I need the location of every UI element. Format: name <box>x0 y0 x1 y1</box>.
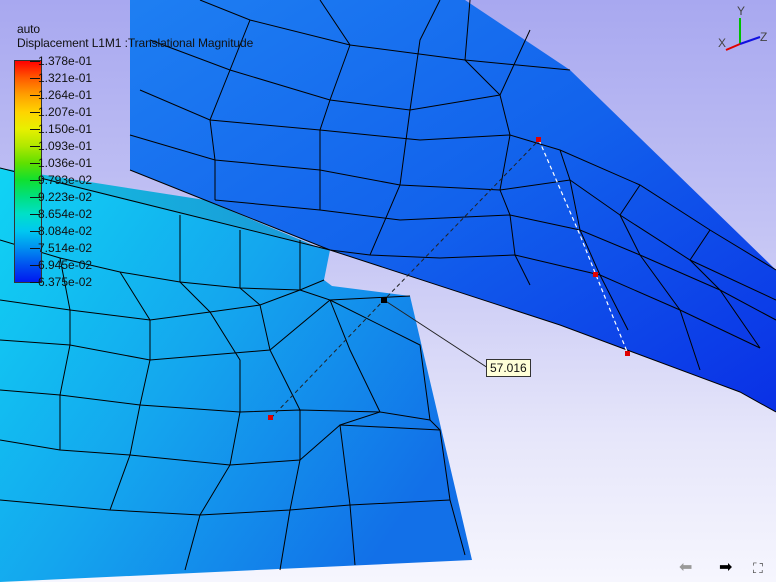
legend-value-label: 9.793e-02 <box>38 173 93 187</box>
legend-value-label: 9.223e-02 <box>38 190 93 204</box>
legend-value-label: 1.150e-01 <box>38 122 93 136</box>
arrow-right-icon[interactable]: ➡ <box>719 560 732 576</box>
measurement-label[interactable]: 57.016 <box>486 359 531 377</box>
axis-z-label: Z <box>760 30 768 44</box>
legend-value-label: 1.378e-01 <box>38 54 93 68</box>
axis-triad[interactable]: Y Z X <box>716 4 768 54</box>
legend-value-label: 7.514e-02 <box>38 241 93 255</box>
arrow-left-icon[interactable]: ⬅ <box>679 560 692 576</box>
legend-value-label: 6.945e-02 <box>38 258 93 272</box>
legend-value-label: 1.207e-01 <box>38 105 93 119</box>
viewport-title: auto <box>17 22 40 36</box>
graphics-viewport[interactable]: auto Displacement L1M1 :Translational Ma… <box>0 0 776 582</box>
legend-value-label: 8.084e-02 <box>38 224 93 238</box>
legend-value-label: 1.321e-01 <box>38 71 93 85</box>
axis-y-label: Y <box>737 4 746 18</box>
legend-value-label: 8.654e-02 <box>38 207 93 221</box>
legend-value-label: 6.375e-02 <box>38 275 93 289</box>
expand-icon[interactable]: ⛶ <box>753 560 763 576</box>
legend-value-label: 1.264e-01 <box>38 88 93 102</box>
legend-value-label: 1.093e-01 <box>38 139 93 153</box>
result-type-label: Displacement L1M1 :Translational Magnitu… <box>17 36 254 50</box>
color-legend[interactable]: 1.378e-01 1.321e-01 1.264e-01 1.207e-01 1.15… <box>14 55 154 289</box>
legend-value-label: 1.036e-01 <box>38 156 93 170</box>
axis-x-label: X <box>718 36 727 50</box>
